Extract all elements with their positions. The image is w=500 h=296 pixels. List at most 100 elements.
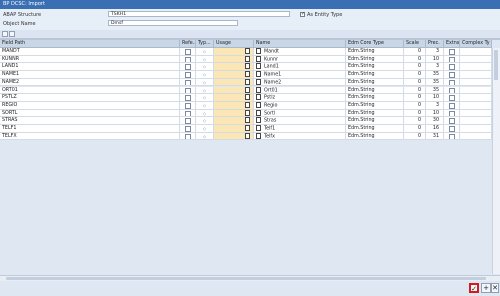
cell-edm-core-type[interactable]: Edm.String bbox=[346, 55, 404, 64]
cell-edm-core-type[interactable]: Edm.String bbox=[346, 109, 404, 118]
cell-precision[interactable]: 3 bbox=[426, 63, 444, 72]
column-header-extension[interactable]: Extns bbox=[444, 40, 460, 48]
column-header-complex-type[interactable]: Complex Ty bbox=[460, 40, 492, 48]
cell-precision[interactable]: 10 bbox=[426, 55, 444, 64]
reference-checkbox[interactable] bbox=[184, 118, 191, 125]
type-dropdown-icon[interactable]: ◇ bbox=[203, 134, 206, 139]
table-row[interactable]: TELFX ◇ Telfx Edm.String 0 31 bbox=[0, 132, 500, 141]
reference-checkbox[interactable] bbox=[184, 110, 191, 117]
abap-structure-input[interactable]: TSKH1 bbox=[108, 11, 290, 17]
document-icon[interactable] bbox=[245, 55, 250, 62]
cell-precision[interactable]: 3 bbox=[426, 101, 444, 110]
document-icon[interactable] bbox=[245, 71, 250, 78]
table-row[interactable]: SORTL ◇ Sortl Edm.String 0 10 bbox=[0, 109, 500, 118]
cell-edm-core-type[interactable]: Edm.String bbox=[346, 132, 404, 141]
type-dropdown-icon[interactable]: ◇ bbox=[203, 57, 206, 62]
type-dropdown-icon[interactable]: ◇ bbox=[203, 118, 206, 123]
extension-checkbox[interactable] bbox=[448, 95, 455, 101]
table-row[interactable]: MANDT ◇ Mandt Edm.String 0 3 bbox=[0, 48, 500, 56]
reference-checkbox[interactable] bbox=[184, 79, 191, 86]
cell-scale[interactable]: 0 bbox=[404, 71, 426, 79]
cell-scale[interactable]: 0 bbox=[404, 101, 426, 110]
reference-checkbox[interactable] bbox=[184, 133, 191, 140]
reference-checkbox[interactable] bbox=[184, 95, 191, 101]
cell-usage[interactable] bbox=[214, 55, 254, 64]
type-dropdown-icon[interactable]: ◇ bbox=[203, 111, 206, 116]
document-icon[interactable] bbox=[245, 94, 250, 101]
cell-complex-type[interactable] bbox=[460, 78, 492, 87]
cell-precision[interactable]: 10 bbox=[426, 94, 444, 102]
cell-usage[interactable] bbox=[214, 101, 254, 110]
cancel-icon[interactable]: ✕ bbox=[491, 283, 499, 293]
add-icon[interactable]: + bbox=[481, 283, 491, 293]
column-header-edm-core-type[interactable]: Edm Core Type bbox=[346, 40, 404, 48]
cell-precision[interactable]: 16 bbox=[426, 125, 444, 133]
reference-checkbox[interactable] bbox=[184, 49, 191, 55]
extension-checkbox[interactable] bbox=[448, 72, 455, 78]
document-icon[interactable] bbox=[245, 63, 250, 70]
reference-checkbox[interactable] bbox=[184, 87, 191, 94]
cell-scale[interactable]: 0 bbox=[404, 86, 426, 95]
table-row[interactable]: TELF1 ◇ Telf1 Edm.String 0 16 bbox=[0, 125, 500, 133]
column-header-precision[interactable]: Prec. bbox=[426, 40, 444, 48]
cell-usage[interactable] bbox=[214, 109, 254, 118]
cell-usage[interactable] bbox=[214, 117, 254, 125]
cell-complex-type[interactable] bbox=[460, 101, 492, 110]
cell-scale[interactable]: 0 bbox=[404, 63, 426, 72]
document-icon[interactable] bbox=[245, 48, 250, 54]
cell-complex-type[interactable] bbox=[460, 55, 492, 64]
cell-usage[interactable] bbox=[214, 63, 254, 72]
document-icon[interactable] bbox=[245, 125, 250, 131]
checkmark-icon[interactable]: ✓ bbox=[469, 283, 479, 293]
cell-scale[interactable]: 0 bbox=[404, 117, 426, 125]
cell-edm-core-type[interactable]: Edm.String bbox=[346, 101, 404, 110]
cell-complex-type[interactable] bbox=[460, 94, 492, 102]
extension-checkbox[interactable] bbox=[448, 64, 455, 71]
reference-checkbox[interactable] bbox=[184, 64, 191, 71]
deselect-all-button[interactable] bbox=[9, 31, 15, 37]
cell-usage[interactable] bbox=[214, 71, 254, 79]
extension-checkbox[interactable] bbox=[448, 102, 455, 109]
cell-precision[interactable]: 10 bbox=[426, 109, 444, 118]
cell-edm-core-type[interactable]: Edm.String bbox=[346, 94, 404, 102]
cell-name[interactable]: Mandt bbox=[254, 48, 346, 56]
cell-name[interactable]: Regio bbox=[254, 101, 346, 110]
column-header-usage[interactable]: Usage bbox=[214, 40, 254, 48]
reference-checkbox[interactable] bbox=[184, 56, 191, 63]
select-all-button[interactable] bbox=[2, 31, 8, 37]
type-dropdown-icon[interactable]: ◇ bbox=[203, 64, 206, 69]
cell-precision[interactable]: 35 bbox=[426, 71, 444, 79]
document-icon[interactable] bbox=[245, 101, 250, 108]
reference-checkbox[interactable] bbox=[184, 126, 191, 132]
table-row[interactable]: ORT01 ◇ Ort01 Edm.String 0 35 bbox=[0, 86, 500, 95]
cell-edm-core-type[interactable]: Edm.String bbox=[346, 117, 404, 125]
extension-checkbox[interactable] bbox=[448, 56, 455, 63]
cell-scale[interactable]: 0 bbox=[404, 78, 426, 87]
extension-checkbox[interactable] bbox=[448, 110, 455, 117]
document-icon[interactable] bbox=[245, 132, 250, 139]
type-dropdown-icon[interactable]: ◇ bbox=[203, 49, 206, 54]
cell-complex-type[interactable] bbox=[460, 125, 492, 133]
type-dropdown-icon[interactable]: ◇ bbox=[203, 80, 206, 85]
column-header-reference[interactable]: Refe... bbox=[180, 40, 196, 48]
cell-usage[interactable] bbox=[214, 78, 254, 87]
cell-name[interactable]: Name1 bbox=[254, 71, 346, 79]
cell-complex-type[interactable] bbox=[460, 71, 492, 79]
extension-checkbox[interactable] bbox=[448, 79, 455, 86]
cell-complex-type[interactable] bbox=[460, 63, 492, 72]
extension-checkbox[interactable] bbox=[448, 87, 455, 94]
cell-usage[interactable] bbox=[214, 86, 254, 95]
cell-precision[interactable]: 30 bbox=[426, 117, 444, 125]
column-header-field-path[interactable]: Field Path bbox=[0, 40, 180, 48]
cell-complex-type[interactable] bbox=[460, 109, 492, 118]
vertical-scroll-thumb[interactable] bbox=[494, 50, 498, 80]
type-dropdown-icon[interactable]: ◇ bbox=[203, 72, 206, 77]
table-row[interactable]: LAND1 ◇ Land1 Edm.String 0 3 bbox=[0, 63, 500, 72]
cell-name[interactable]: Sortl bbox=[254, 109, 346, 118]
cell-scale[interactable]: 0 bbox=[404, 55, 426, 64]
reference-checkbox[interactable] bbox=[184, 102, 191, 109]
cell-name[interactable]: Pstlz bbox=[254, 94, 346, 102]
cell-scale[interactable]: 0 bbox=[404, 48, 426, 56]
document-icon[interactable] bbox=[245, 109, 250, 116]
extension-checkbox[interactable] bbox=[448, 133, 455, 140]
